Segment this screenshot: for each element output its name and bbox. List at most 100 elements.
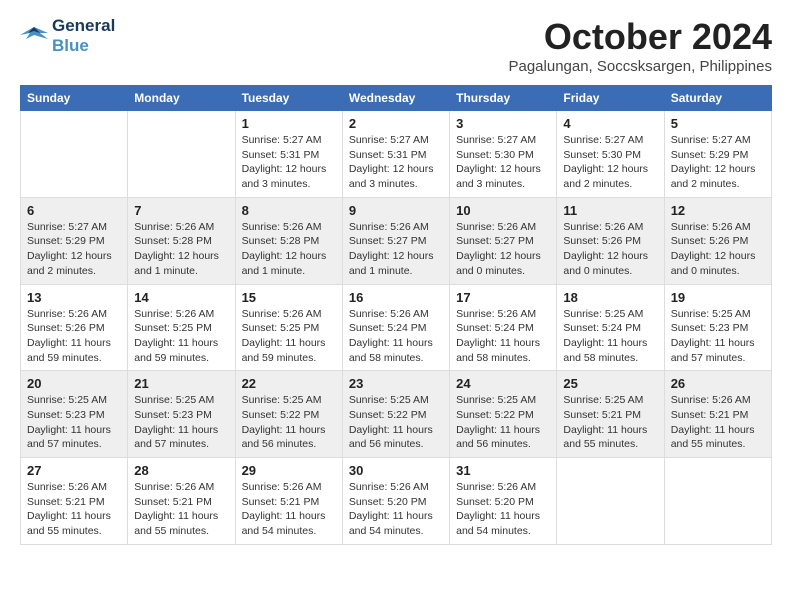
calendar-cell: 28 Sunrise: 5:26 AM Sunset: 5:21 PM Dayli… xyxy=(128,458,235,545)
day-number: 1 xyxy=(242,116,336,131)
weekday-header-thursday: Thursday xyxy=(450,86,557,111)
day-number: 6 xyxy=(27,203,121,218)
day-info: Sunrise: 5:26 AM Sunset: 5:28 PM Dayligh… xyxy=(242,220,336,279)
day-info: Sunrise: 5:25 AM Sunset: 5:21 PM Dayligh… xyxy=(563,393,657,452)
day-info: Sunrise: 5:27 AM Sunset: 5:30 PM Dayligh… xyxy=(456,133,550,192)
day-info: Sunrise: 5:25 AM Sunset: 5:22 PM Dayligh… xyxy=(456,393,550,452)
calendar-cell: 25 Sunrise: 5:25 AM Sunset: 5:21 PM Dayli… xyxy=(557,371,664,458)
calendar-cell: 21 Sunrise: 5:25 AM Sunset: 5:23 PM Dayli… xyxy=(128,371,235,458)
day-number: 7 xyxy=(134,203,228,218)
calendar-table: SundayMondayTuesdayWednesdayThursdayFrid… xyxy=(20,85,772,545)
day-number: 23 xyxy=(349,376,443,391)
day-info: Sunrise: 5:26 AM Sunset: 5:27 PM Dayligh… xyxy=(349,220,443,279)
day-number: 19 xyxy=(671,290,765,305)
day-number: 29 xyxy=(242,463,336,478)
calendar-cell: 8 Sunrise: 5:26 AM Sunset: 5:28 PM Daylig… xyxy=(235,197,342,284)
day-number: 14 xyxy=(134,290,228,305)
day-info: Sunrise: 5:27 AM Sunset: 5:31 PM Dayligh… xyxy=(349,133,443,192)
day-number: 18 xyxy=(563,290,657,305)
day-info: Sunrise: 5:25 AM Sunset: 5:23 PM Dayligh… xyxy=(134,393,228,452)
calendar-cell: 14 Sunrise: 5:26 AM Sunset: 5:25 PM Dayli… xyxy=(128,284,235,371)
day-number: 28 xyxy=(134,463,228,478)
day-info: Sunrise: 5:26 AM Sunset: 5:20 PM Dayligh… xyxy=(456,480,550,539)
day-info: Sunrise: 5:27 AM Sunset: 5:30 PM Dayligh… xyxy=(563,133,657,192)
day-number: 21 xyxy=(134,376,228,391)
header: General Blue October 2024 Pagalungan, So… xyxy=(20,16,772,75)
day-info: Sunrise: 5:25 AM Sunset: 5:22 PM Dayligh… xyxy=(349,393,443,452)
calendar-cell: 30Sunrise: 5:26 AM Sunset: 5:20 PM Dayli… xyxy=(342,458,449,545)
day-info: Sunrise: 5:26 AM Sunset: 5:24 PM Dayligh… xyxy=(349,307,443,366)
day-info: Sunrise: 5:26 AM Sunset: 5:26 PM Dayligh… xyxy=(563,220,657,279)
calendar-cell: 3 Sunrise: 5:27 AM Sunset: 5:30 PM Daylig… xyxy=(450,111,557,198)
calendar-cell: 16 Sunrise: 5:26 AM Sunset: 5:24 PM Dayli… xyxy=(342,284,449,371)
calendar-cell: 22 Sunrise: 5:25 AM Sunset: 5:22 PM Dayli… xyxy=(235,371,342,458)
calendar-cell: 29 Sunrise: 5:26 AM Sunset: 5:21 PM Dayli… xyxy=(235,458,342,545)
day-info: Sunrise: 5:26 AM Sunset: 5:28 PM Dayligh… xyxy=(134,220,228,279)
day-info: Sunrise: 5:26 AM Sunset: 5:21 PM Dayligh… xyxy=(671,393,765,452)
calendar-cell: 9 Sunrise: 5:26 AM Sunset: 5:27 PM Daylig… xyxy=(342,197,449,284)
calendar-cell xyxy=(664,458,771,545)
day-number: 16 xyxy=(349,290,443,305)
day-number: 31 xyxy=(456,463,550,478)
calendar-cell: 7 Sunrise: 5:26 AM Sunset: 5:28 PM Daylig… xyxy=(128,197,235,284)
day-info: Sunrise: 5:25 AM Sunset: 5:23 PM Dayligh… xyxy=(671,307,765,366)
day-number: 3 xyxy=(456,116,550,131)
week-row-2: 6 Sunrise: 5:27 AM Sunset: 5:29 PM Daylig… xyxy=(21,197,772,284)
day-info: Sunrise: 5:26 AM Sunset: 5:26 PM Dayligh… xyxy=(671,220,765,279)
day-number: 24 xyxy=(456,376,550,391)
calendar-cell: 23 Sunrise: 5:25 AM Sunset: 5:22 PM Dayli… xyxy=(342,371,449,458)
calendar-cell: 17 Sunrise: 5:26 AM Sunset: 5:24 PM Dayli… xyxy=(450,284,557,371)
calendar-cell: 24 Sunrise: 5:25 AM Sunset: 5:22 PM Dayli… xyxy=(450,371,557,458)
day-number: 8 xyxy=(242,203,336,218)
calendar-cell: 12Sunrise: 5:26 AM Sunset: 5:26 PM Dayli… xyxy=(664,197,771,284)
day-info: Sunrise: 5:26 AM Sunset: 5:24 PM Dayligh… xyxy=(456,307,550,366)
day-info: Sunrise: 5:25 AM Sunset: 5:24 PM Dayligh… xyxy=(563,307,657,366)
calendar-cell: 6 Sunrise: 5:27 AM Sunset: 5:29 PM Daylig… xyxy=(21,197,128,284)
location-subtitle: Pagalungan, Soccsksargen, Philippines xyxy=(508,58,772,75)
day-number: 17 xyxy=(456,290,550,305)
month-title: October 2024 xyxy=(508,16,772,58)
calendar-cell: 1Sunrise: 5:27 AM Sunset: 5:31 PM Daylig… xyxy=(235,111,342,198)
day-info: Sunrise: 5:26 AM Sunset: 5:26 PM Dayligh… xyxy=(27,307,121,366)
day-info: Sunrise: 5:26 AM Sunset: 5:25 PM Dayligh… xyxy=(134,307,228,366)
calendar-cell: 19 Sunrise: 5:25 AM Sunset: 5:23 PM Dayli… xyxy=(664,284,771,371)
calendar-cell: 2 Sunrise: 5:27 AM Sunset: 5:31 PM Daylig… xyxy=(342,111,449,198)
calendar-cell xyxy=(21,111,128,198)
day-info: Sunrise: 5:27 AM Sunset: 5:29 PM Dayligh… xyxy=(27,220,121,279)
calendar-cell xyxy=(128,111,235,198)
logo-text: General Blue xyxy=(52,16,115,56)
calendar-cell: 20 Sunrise: 5:25 AM Sunset: 5:23 PM Dayli… xyxy=(21,371,128,458)
day-number: 10 xyxy=(456,203,550,218)
calendar-cell: 5 Sunrise: 5:27 AM Sunset: 5:29 PM Daylig… xyxy=(664,111,771,198)
weekday-header-saturday: Saturday xyxy=(664,86,771,111)
day-info: Sunrise: 5:26 AM Sunset: 5:21 PM Dayligh… xyxy=(134,480,228,539)
day-info: Sunrise: 5:26 AM Sunset: 5:27 PM Dayligh… xyxy=(456,220,550,279)
day-info: Sunrise: 5:25 AM Sunset: 5:22 PM Dayligh… xyxy=(242,393,336,452)
day-number: 30 xyxy=(349,463,443,478)
week-row-4: 20 Sunrise: 5:25 AM Sunset: 5:23 PM Dayli… xyxy=(21,371,772,458)
day-number: 20 xyxy=(27,376,121,391)
day-info: Sunrise: 5:26 AM Sunset: 5:21 PM Dayligh… xyxy=(242,480,336,539)
day-info: Sunrise: 5:27 AM Sunset: 5:29 PM Dayligh… xyxy=(671,133,765,192)
week-row-1: 1 Sunrise: 5:27 AM Sunset: 5:31 PM Daylig… xyxy=(21,111,772,198)
weekday-header-tuesday: Tuesday xyxy=(235,86,342,111)
day-number: 2 xyxy=(349,116,443,131)
day-number: 22 xyxy=(242,376,336,391)
weekday-header-sunday: Sunday xyxy=(21,86,128,111)
weekday-header-friday: Friday xyxy=(557,86,664,111)
day-number: 13 xyxy=(27,290,121,305)
day-number: 25 xyxy=(563,376,657,391)
day-number: 5 xyxy=(671,116,765,131)
day-info: Sunrise: 5:26 AM Sunset: 5:21 PM Dayligh… xyxy=(27,480,121,539)
weekday-header-monday: Monday xyxy=(128,86,235,111)
day-info: Sunrise: 5:25 AM Sunset: 5:23 PM Dayligh… xyxy=(27,393,121,452)
day-number: 15 xyxy=(242,290,336,305)
title-block: October 2024 Pagalungan, Soccsksargen, P… xyxy=(508,16,772,75)
weekday-header-row: SundayMondayTuesdayWednesdayThursdayFrid… xyxy=(21,86,772,111)
week-row-3: 13 Sunrise: 5:26 AM Sunset: 5:26 PM Dayli… xyxy=(21,284,772,371)
day-number: 4 xyxy=(563,116,657,131)
calendar-cell: 26Sunrise: 5:26 AM Sunset: 5:21 PM Dayli… xyxy=(664,371,771,458)
day-number: 9 xyxy=(349,203,443,218)
calendar-cell: 27Sunrise: 5:26 AM Sunset: 5:21 PM Dayli… xyxy=(21,458,128,545)
weekday-header-wednesday: Wednesday xyxy=(342,86,449,111)
